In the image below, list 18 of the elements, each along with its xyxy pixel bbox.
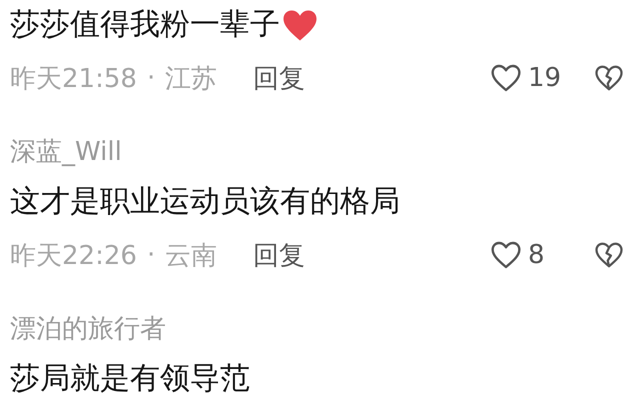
comment-location: 云南: [165, 240, 218, 272]
broken-heart-icon[interactable]: [594, 64, 624, 92]
like-icon[interactable]: [490, 63, 522, 93]
comment-time: 昨天21:58: [10, 62, 137, 96]
comment-text: 莎莎值得我粉一辈子: [10, 6, 280, 44]
like-icon[interactable]: [490, 240, 522, 270]
separator-dot: ·: [146, 63, 156, 93]
comment-text: 这才是职业运动员该有的格局: [10, 183, 400, 221]
reply-link[interactable]: 回复: [253, 60, 306, 96]
comment-text: 莎局就是有领导范: [10, 360, 250, 398]
comment-time: 昨天22:26: [10, 240, 137, 272]
reply-link[interactable]: 回复: [253, 238, 306, 272]
broken-heart-icon[interactable]: [594, 241, 624, 269]
like-count: 19: [528, 63, 562, 93]
heart-icon: [282, 8, 318, 42]
separator-dot: ·: [146, 240, 156, 270]
comment-location: 江苏: [165, 62, 218, 96]
like-count: 8: [528, 240, 546, 270]
